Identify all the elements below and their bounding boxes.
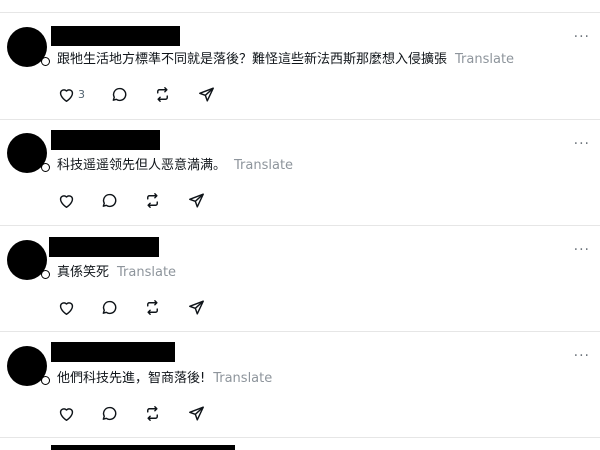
like-button[interactable] (57, 402, 78, 424)
avatar[interactable] (7, 240, 50, 280)
send-icon (189, 299, 204, 315)
action-bar (57, 296, 257, 318)
redacted-username (51, 342, 175, 362)
more-options-icon[interactable]: ··· (574, 137, 590, 151)
reply-button[interactable] (110, 83, 129, 105)
action-bar (57, 402, 257, 424)
reply-button[interactable] (100, 402, 119, 424)
post-text-content: 跟牠生活地方標準不同就是落後？難怪這些新法西斯那麼想入侵擴張 (57, 52, 448, 67)
send-icon (189, 192, 204, 208)
avatar[interactable] (7, 27, 50, 67)
repost-button[interactable] (143, 189, 162, 211)
repost-icon (147, 299, 158, 315)
redacted-username (49, 237, 159, 257)
divider (0, 437, 600, 438)
more-options-icon[interactable]: ··· (574, 243, 590, 257)
reply-button[interactable] (100, 296, 119, 318)
divider (0, 12, 600, 13)
avatar-badge (41, 163, 50, 172)
send-icon (199, 86, 214, 102)
heart-icon (59, 301, 74, 315)
avatar[interactable] (7, 133, 50, 173)
repost-icon (157, 86, 168, 102)
avatar-badge (41, 270, 50, 279)
heart-icon (59, 194, 74, 208)
post-text: 他們科技先進，智商落後! Translate (57, 370, 272, 388)
reply-button[interactable] (100, 189, 119, 211)
action-bar: 3 (57, 83, 257, 105)
post-text: 真係笑死 Translate (57, 264, 176, 282)
like-button[interactable] (57, 296, 78, 318)
redacted-username (51, 130, 160, 150)
post-text-content: 他們科技先進，智商落後! (57, 371, 206, 386)
share-button[interactable] (187, 402, 206, 424)
share-button[interactable] (187, 189, 206, 211)
post-text-content: 真係笑死 (57, 265, 110, 280)
comment-icon (112, 87, 127, 101)
divider (0, 225, 600, 226)
heart-icon (59, 88, 74, 102)
avatar[interactable] (7, 346, 50, 386)
repost-icon (147, 405, 158, 421)
send-icon (189, 405, 204, 421)
more-options-icon[interactable]: ··· (574, 30, 590, 44)
share-button[interactable] (197, 83, 216, 105)
comment-icon (102, 193, 117, 207)
post-text: 科技遥遥领先但人恶意満满。 Translate (57, 157, 293, 175)
redacted-username (51, 26, 180, 46)
translate-link[interactable]: Translate (213, 371, 272, 386)
repost-button[interactable] (153, 83, 172, 105)
more-options-icon[interactable]: ··· (574, 349, 590, 363)
post-text: 跟牠生活地方標準不同就是落後？難怪這些新法西斯那麼想入侵擴張 Translate (57, 51, 514, 69)
avatar-badge (41, 376, 50, 385)
action-bar (57, 189, 257, 211)
like-count: 3 (78, 87, 85, 101)
like-button[interactable] (57, 189, 78, 211)
comment-icon (102, 300, 117, 314)
repost-button[interactable] (143, 402, 162, 424)
post-text-content: 科技遥遥领先但人恶意満满。 (57, 158, 227, 173)
translate-link[interactable]: Translate (234, 158, 293, 173)
comment-icon (102, 406, 117, 420)
repost-button[interactable] (143, 296, 162, 318)
divider (0, 331, 600, 332)
like-button[interactable]: 3 (57, 83, 85, 105)
translate-link[interactable]: Translate (455, 52, 514, 67)
share-button[interactable] (187, 296, 206, 318)
heart-icon (59, 407, 74, 421)
divider (0, 119, 600, 120)
repost-icon (147, 192, 158, 208)
redacted-username (51, 445, 235, 450)
avatar-badge (41, 57, 50, 66)
translate-link[interactable]: Translate (117, 265, 176, 280)
